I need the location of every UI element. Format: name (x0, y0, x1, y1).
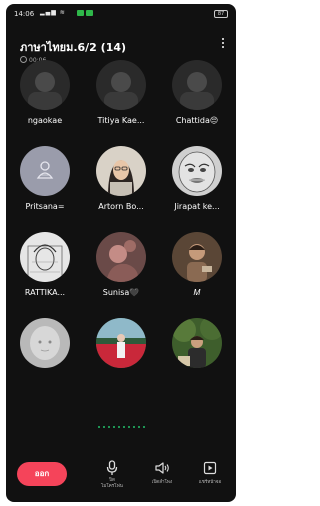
participant-name: 𝑀 (193, 288, 201, 297)
page-dot (122, 425, 125, 428)
mic-toggle-button[interactable]: ปิด ไมโครโฟน (88, 460, 136, 492)
battery-icon: 87 (214, 10, 228, 18)
participant-name: Titiya Kae... (97, 116, 145, 125)
participant-avatar (20, 232, 70, 282)
page-dot (132, 425, 135, 428)
participant-tile[interactable]: Chattida😔 (162, 60, 232, 142)
participant-name: Chattida😔 (175, 116, 219, 125)
page-dot (137, 425, 140, 428)
status-bar: 14:06 ▂▄▆ ≋ 87 (6, 4, 236, 22)
participant-avatar (172, 60, 222, 110)
participant-avatar (96, 60, 146, 110)
page-dot (97, 425, 100, 428)
page-indicator (6, 416, 236, 428)
participant-name: Artorn Bo... (98, 202, 144, 211)
participant-avatar (20, 146, 70, 196)
participant-tile[interactable]: RATTIKA... (10, 232, 80, 314)
leave-call-button[interactable]: ออก (17, 462, 67, 486)
share-screen-button[interactable]: แชร์หน้าจอ (186, 460, 234, 492)
page-dot (142, 425, 145, 428)
participant-name: Jirapat ke... (174, 202, 220, 211)
microphone-icon (106, 460, 118, 475)
participant-name: RATTIKA... (24, 288, 66, 297)
speaker-toggle-label: เปิดลำโพง (151, 480, 173, 485)
page-dot (102, 425, 105, 428)
participant-avatar (172, 146, 222, 196)
group-call-title: ภาษาไทยม.6/2 (14) (20, 41, 127, 54)
line-notification-icon (77, 10, 84, 16)
call-screen: 14:06 ▂▄▆ ≋ 87 ภาษาไทยม.6/2 (14) 00:06 n… (6, 4, 236, 502)
participant-avatar (96, 318, 146, 368)
participant-avatar (172, 232, 222, 282)
signal-wifi-icons: ▂▄▆ ≋ (40, 9, 66, 16)
share-screen-label: แชร์หน้าจอ (198, 480, 222, 485)
participant-tile[interactable]: 𝑀 (162, 232, 232, 314)
participant-tile[interactable] (162, 318, 232, 400)
participant-tile[interactable]: Jirapat ke... (162, 146, 232, 228)
participant-tile[interactable]: Artorn Bo... (86, 146, 156, 228)
participant-avatar (20, 318, 70, 368)
page-dot (117, 425, 120, 428)
participant-name: ngaokae (27, 116, 63, 125)
speaker-icon (155, 462, 169, 474)
status-time: 14:06 (14, 10, 35, 18)
participant-tile[interactable]: ngaokae (10, 60, 80, 142)
screen-share-icon (203, 461, 217, 475)
more-options-icon[interactable] (218, 36, 228, 50)
participant-name: Sunisa🖤 (102, 288, 140, 297)
page-dot (127, 425, 130, 428)
line-notification-icon-2 (86, 10, 93, 16)
participant-tile[interactable] (10, 318, 80, 400)
participant-tile[interactable] (86, 318, 156, 400)
participant-name: Pritsana= (25, 202, 65, 211)
speaker-toggle-button[interactable]: เปิดลำโพง (138, 460, 186, 492)
participant-avatar (96, 146, 146, 196)
participant-avatar (172, 318, 222, 368)
page-dot (107, 425, 110, 428)
participant-tile[interactable]: Titiya Kae... (86, 60, 156, 142)
participant-avatar (96, 232, 146, 282)
participant-tile[interactable]: Pritsana= (10, 146, 80, 228)
mic-toggle-label: ปิด ไมโครโฟน (101, 478, 123, 489)
page-dot (112, 425, 115, 428)
participant-avatar (20, 60, 70, 110)
participant-tile[interactable]: Sunisa🖤 (86, 232, 156, 314)
